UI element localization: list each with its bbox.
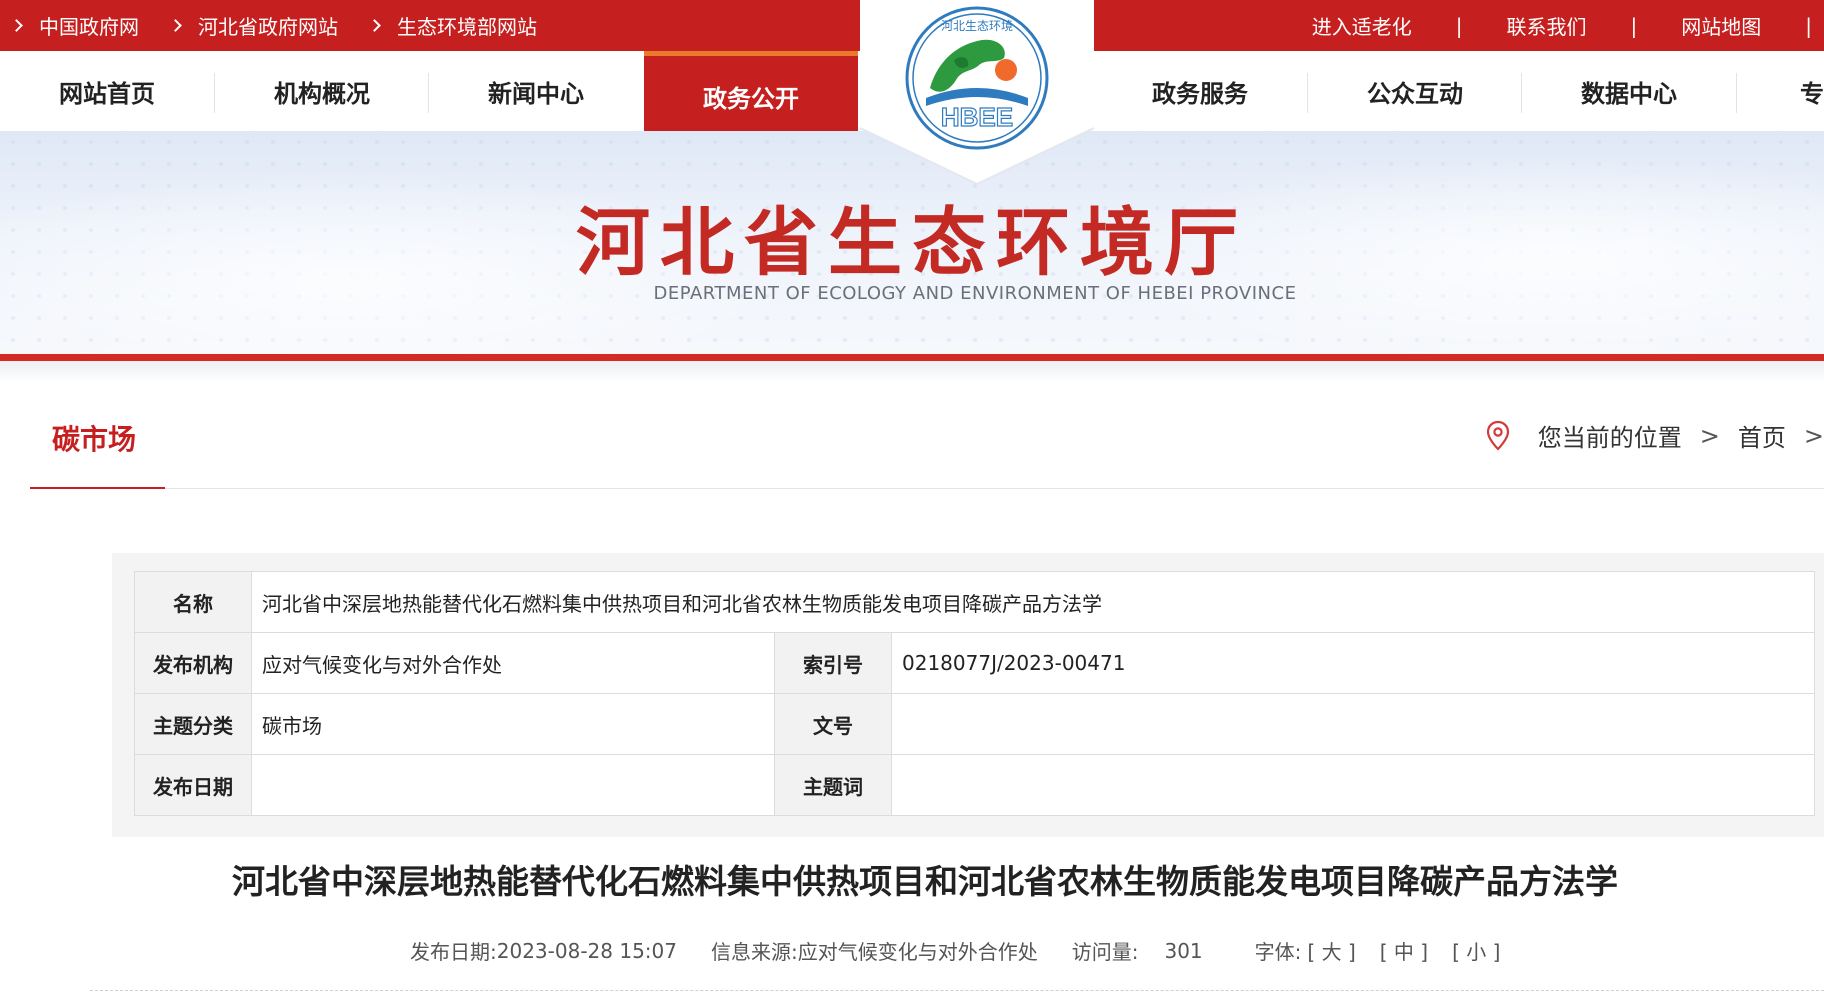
nav-services[interactable]: 政务服务 (1093, 51, 1307, 131)
divider: | (1455, 13, 1463, 38)
font-medium-button[interactable]: [ 中 ] (1380, 936, 1428, 965)
views-label: 访问量: (1071, 940, 1139, 964)
nav-interaction[interactable]: 公众互动 (1308, 51, 1522, 131)
section-title: 碳市场 (52, 423, 137, 456)
org-value: 应对气候变化与对外合作处 (251, 632, 775, 694)
nav-home[interactable]: 网站首页 (0, 51, 214, 131)
source-value: 应对气候变化与对外合作处 (797, 940, 1038, 964)
doc-number-value (891, 693, 1815, 755)
svg-text:河北生态环境: 河北生态环境 (941, 18, 1013, 33)
chevron-right-icon (10, 19, 23, 32)
font-small-button[interactable]: [ 小 ] (1452, 936, 1500, 965)
publish-date-meta-label: 发布日期: (410, 940, 497, 964)
site-logo[interactable]: HBEE 河北生态环境 (858, 0, 1096, 186)
name-value: 河北省中深层地热能替代化石燃料集中供热项目和河北省农林生物质能发电项目降碳产品方… (251, 571, 1815, 633)
table-row: 名称 河北省中深层地热能替代化石燃料集中供热项目和河北省农林生物质能发电项目降碳… (134, 571, 1815, 633)
utility-links: 进入适老化 | 联系我们 | 网站地图 | (1312, 0, 1824, 51)
link-hebei-gov-label: 河北省政府网站 (198, 15, 338, 39)
divider: | (1805, 13, 1812, 38)
topic-value: 碳市场 (251, 693, 775, 755)
table-row: 发布日期 主题词 (134, 754, 1815, 816)
table-row: 发布机构 应对气候变化与对外合作处 索引号 0218077J/2023-0047… (134, 632, 1815, 694)
breadcrumb: 您当前的位置 > 首页 > (1486, 418, 1824, 453)
section-title-underline (30, 487, 165, 489)
link-gov-cn[interactable]: 中国政府网 (10, 11, 139, 40)
location-pin-icon (1486, 420, 1509, 451)
elderly-mode-link[interactable]: 进入适老化 (1312, 11, 1412, 40)
index-value: 0218077J/2023-00471 (891, 632, 1815, 694)
source-label: 信息来源: (710, 940, 798, 964)
divider: | (1630, 13, 1638, 38)
index-label: 索引号 (774, 632, 892, 694)
link-mee-label: 生态环境部网站 (397, 15, 537, 39)
breadcrumb-separator: > (1803, 421, 1824, 450)
link-mee[interactable]: 生态环境部网站 (368, 11, 537, 40)
chevron-right-icon (169, 19, 182, 32)
external-links: 中国政府网 河北省政府网站 生态环境部网站 (10, 0, 569, 51)
section-divider (30, 488, 1824, 489)
location-label: 您当前的位置 (1537, 424, 1682, 452)
breadcrumb-home[interactable]: 首页 (1738, 418, 1786, 453)
article-meta: 发布日期: 2023-08-28 15:07 信息来源: 应对气候变化与对外合作… (410, 936, 1500, 965)
site-map-link[interactable]: 网站地图 (1681, 11, 1761, 40)
nav-data-center[interactable]: 数据中心 (1522, 51, 1736, 131)
views-count: 301 (1164, 938, 1203, 963)
topic-label: 主题分类 (134, 693, 252, 755)
nav-gov-affairs[interactable]: 政务公开 (644, 51, 858, 131)
contact-us-link[interactable]: 联系我们 (1507, 11, 1587, 40)
publish-date-label: 发布日期 (134, 754, 252, 816)
font-size-label: 字体: (1254, 940, 1302, 964)
doc-number-label: 文号 (774, 693, 892, 755)
svg-text:HBEE: HBEE (941, 102, 1013, 132)
banner-title: 河北省生态环境厅 (576, 200, 1248, 286)
banner-divider (0, 354, 1824, 361)
link-gov-cn-label: 中国政府网 (39, 15, 139, 39)
meta-divider (90, 990, 1824, 991)
name-label: 名称 (134, 571, 252, 633)
keywords-value (891, 754, 1815, 816)
article-title: 河北省中深层地热能替代化石燃料集中供热项目和河北省农林生物质能发电项目降碳产品方… (232, 862, 1618, 901)
nav-about[interactable]: 机构概况 (215, 51, 429, 131)
nav-news[interactable]: 新闻中心 (429, 51, 643, 131)
hbee-logo-icon: HBEE 河北生态环境 (859, 0, 1095, 186)
banner-subtitle: DEPARTMENT OF ECOLOGY AND ENVIRONMENT OF… (653, 283, 1297, 304)
table-row: 主题分类 碳市场 文号 (134, 693, 1815, 755)
document-info-table: 名称 河北省中深层地热能替代化石燃料集中供热项目和河北省农林生物质能发电项目降碳… (134, 571, 1815, 816)
font-large-button[interactable]: [ 大 ] (1307, 936, 1355, 965)
link-hebei-gov[interactable]: 河北省政府网站 (169, 11, 338, 40)
nav-special[interactable]: 专 (1737, 51, 1824, 131)
publish-date-meta: 2023-08-28 15:07 (496, 938, 677, 963)
chevron-right-icon (368, 19, 381, 32)
org-label: 发布机构 (134, 632, 252, 694)
keywords-label: 主题词 (774, 754, 892, 816)
breadcrumb-separator: > (1699, 421, 1720, 450)
publish-date-value (251, 754, 775, 816)
